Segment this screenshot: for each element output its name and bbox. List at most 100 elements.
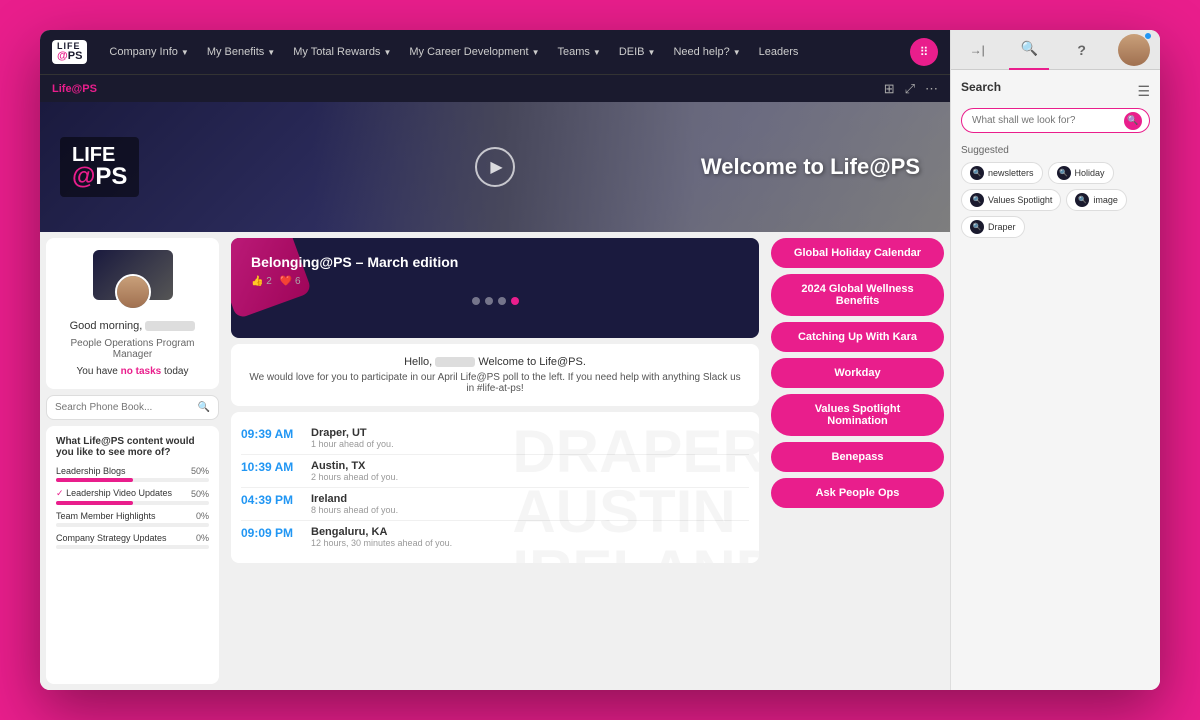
hero-play-button[interactable]: ▶ [475, 147, 515, 187]
phonebook-search-input[interactable] [55, 402, 193, 413]
logo-area[interactable]: LIFE @ PS [52, 40, 87, 64]
hello-section: Hello, Welcome to Life@PS. We would love… [231, 344, 759, 406]
tz-time-3: 04:39 PM [241, 493, 301, 507]
heart-count: ❤️ 6 [280, 276, 301, 287]
hero-logo: LIFE @ PS [60, 137, 139, 197]
help-icon: ? [1077, 42, 1086, 58]
tz-time-4: 09:09 PM [241, 526, 301, 540]
quick-link-workday[interactable]: Workday [771, 358, 944, 388]
chip-image[interactable]: 🔍 image [1066, 189, 1127, 211]
chip-newsletters[interactable]: 🔍 newsletters [961, 162, 1043, 184]
center-column: Belonging@PS – March edition 👍 2 ❤️ 6 [225, 232, 765, 690]
hero-logo-life: LIFE [72, 145, 115, 165]
quick-link-benepass[interactable]: Benepass [771, 442, 944, 472]
logo-at: @ [57, 51, 68, 62]
chevron-icon: ▼ [267, 48, 275, 57]
nav-item-my-benefits[interactable]: My Benefits ▼ [201, 42, 281, 62]
dot-3[interactable] [498, 297, 506, 305]
quick-link-ask-people-ops[interactable]: Ask People Ops [771, 478, 944, 508]
poll-item-4[interactable]: Company Strategy Updates 0% [56, 533, 209, 549]
panel-tab-search[interactable]: 🔍 [1009, 30, 1049, 70]
dot-2[interactable] [485, 297, 493, 305]
logo-box: LIFE @ PS [52, 40, 87, 64]
more-options-icon[interactable]: ⋯ [925, 81, 938, 97]
belonging-reactions: 👍 2 ❤️ 6 [251, 276, 739, 287]
tz-offset-4: 12 hours, 30 minutes ahead of you. [311, 538, 452, 548]
nav-item-leaders[interactable]: Leaders [753, 42, 805, 62]
reaction-count: 👍 2 [251, 276, 272, 287]
hero-logo-ps: PS [95, 165, 127, 189]
grid-view-icon[interactable]: ⊞ [884, 81, 895, 97]
nav-item-need-help[interactable]: Need help? ▼ [667, 42, 746, 62]
poll-item-3[interactable]: Team Member Highlights 0% [56, 511, 209, 527]
tz-offset-2: 2 hours ahead of you. [311, 472, 398, 482]
search-panel-title: Search [961, 80, 1001, 94]
chevron-icon: ▼ [181, 48, 189, 57]
search-icon: 🔍 [198, 402, 210, 413]
chevron-icon: ▼ [733, 48, 741, 57]
quick-link-catching-up-kara[interactable]: Catching Up With Kara [771, 322, 944, 352]
panel-tabs: →| 🔍 ? [951, 30, 1160, 70]
notification-dot [1144, 32, 1152, 40]
search-icon: 🔍 [1021, 40, 1038, 57]
tz-row-4: 09:09 PM Bengaluru, KA 12 hours, 30 minu… [241, 521, 749, 553]
belonging-card: Belonging@PS – March edition 👍 2 ❤️ 6 [231, 238, 759, 338]
chip-search-icon: 🔍 [970, 193, 984, 207]
nav-item-company-info[interactable]: Company Info ▼ [103, 42, 194, 62]
right-panel: →| 🔍 ? Search ☰ [950, 30, 1160, 690]
tz-offset-3: 8 hours ahead of you. [311, 505, 398, 515]
quick-link-wellness[interactable]: 2024 Global Wellness Benefits [771, 274, 944, 316]
dot-4[interactable] [511, 297, 519, 305]
chip-search-icon: 🔍 [970, 166, 984, 180]
chip-holiday[interactable]: 🔍 Holiday [1048, 162, 1114, 184]
timezone-card: DRAPERAUSTINIRELANDBU 09:39 AM Draper, U… [231, 412, 759, 563]
share-icon[interactable]: ⤢ [905, 81, 915, 97]
hero-title: Welcome to Life@PS [701, 154, 920, 180]
chip-draper[interactable]: 🔍 Draper [961, 216, 1025, 238]
filter-icon[interactable]: ☰ [1137, 83, 1150, 100]
avatar [115, 274, 151, 310]
tz-location-1: Draper, UT [311, 427, 394, 439]
search-input-wrap: 🔍 [961, 108, 1150, 133]
suggested-chips: 🔍 newsletters 🔍 Holiday 🔍 Values Spotlig… [961, 162, 1150, 238]
nav-item-career-dev[interactable]: My Career Development ▼ [403, 42, 545, 62]
logo-ps: PS [68, 51, 83, 62]
belonging-title: Belonging@PS – March edition [251, 254, 739, 270]
panel-tab-collapse[interactable]: →| [957, 30, 997, 70]
profile-card: Good morning, People Operations Program … [46, 238, 219, 389]
tz-location-2: Austin, TX [311, 460, 398, 472]
quick-link-values-spotlight[interactable]: Values Spotlight Nomination [771, 394, 944, 436]
chip-search-icon: 🔍 [1075, 193, 1089, 207]
tz-location-4: Bengaluru, KA [311, 526, 452, 538]
panel-tab-help[interactable]: ? [1062, 30, 1102, 70]
tz-row-3: 04:39 PM Ireland 8 hours ahead of you. [241, 488, 749, 521]
hello-desc: We would love for you to participate in … [247, 372, 743, 394]
poll-item-2[interactable]: ✓ Leadership Video Updates 50% [56, 488, 209, 505]
search-submit-icon[interactable]: 🔍 [1124, 112, 1142, 130]
quick-link-global-holiday[interactable]: Global Holiday Calendar [771, 238, 944, 268]
chip-search-icon: 🔍 [970, 220, 984, 234]
collapse-icon: →| [970, 43, 985, 57]
carousel-dots [251, 297, 739, 305]
play-icon: ▶ [490, 157, 502, 177]
panel-tab-user[interactable] [1114, 30, 1154, 70]
tasks-link[interactable]: no tasks [121, 366, 162, 377]
tz-location-3: Ireland [311, 493, 398, 505]
phonebook-search: 🔍 [46, 395, 219, 420]
nav-item-deib[interactable]: DEIB ▼ [613, 42, 662, 62]
search-input[interactable] [961, 108, 1150, 133]
poll-card: What Life@PS content would you like to s… [46, 426, 219, 684]
search-panel: Search ☰ 🔍 Suggested 🔍 newsletters 🔍 Hol… [951, 70, 1160, 690]
grid-button[interactable]: ⠿ [910, 38, 938, 66]
tz-time-1: 09:39 AM [241, 427, 301, 441]
grid-icon: ⠿ [920, 45, 929, 59]
hello-name-blurred [435, 357, 475, 367]
profile-name-blurred [145, 321, 195, 331]
subnav-brand[interactable]: Life@PS [52, 83, 97, 95]
tz-row-1: 09:39 AM Draper, UT 1 hour ahead of you. [241, 422, 749, 455]
nav-item-teams[interactable]: Teams ▼ [552, 42, 607, 62]
hello-text: Hello, Welcome to Life@PS. [247, 356, 743, 368]
dot-1[interactable] [472, 297, 480, 305]
nav-item-total-rewards[interactable]: My Total Rewards ▼ [287, 42, 397, 62]
chip-values-spotlight[interactable]: 🔍 Values Spotlight [961, 189, 1061, 211]
